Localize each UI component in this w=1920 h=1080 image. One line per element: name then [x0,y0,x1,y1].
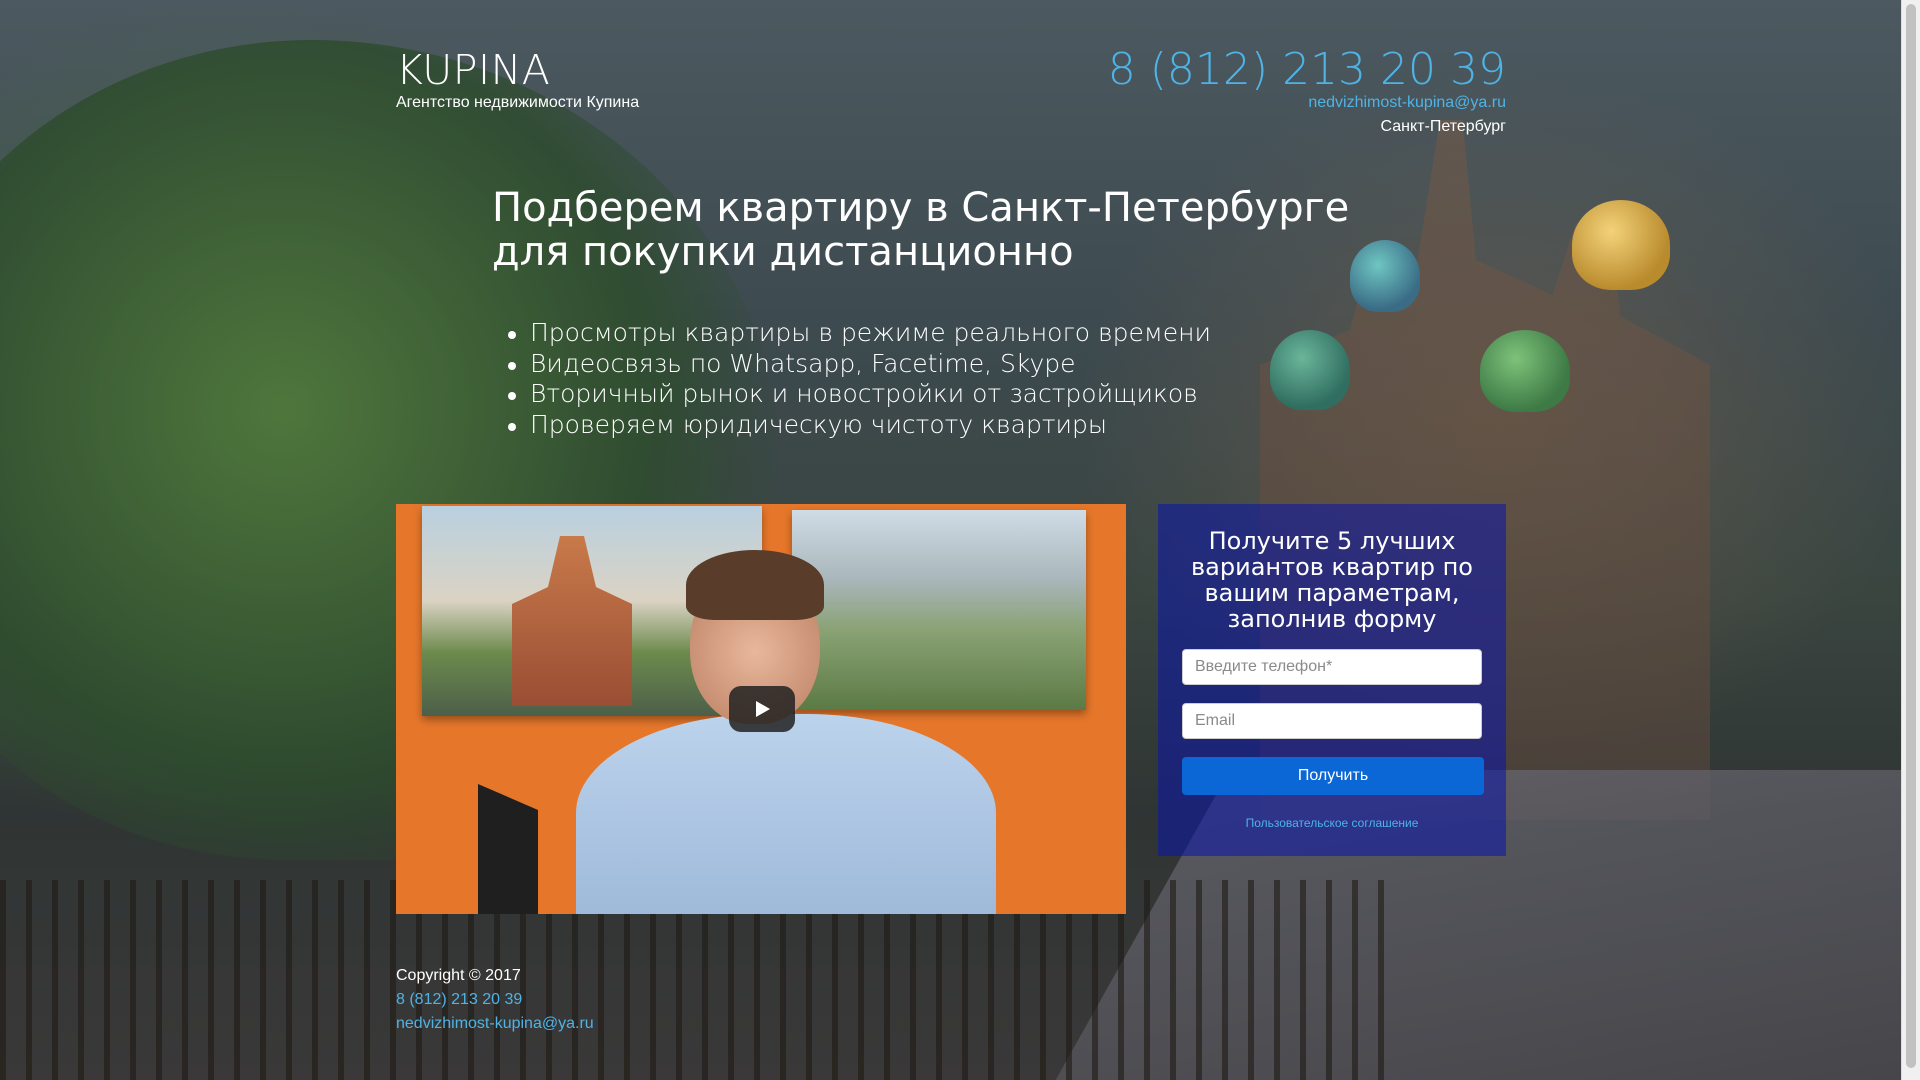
footer-email-link[interactable]: nedvizhimost-kupina@ya.ru [396,1012,594,1036]
video-cathedral-shape [512,536,632,706]
footer: Copyright © 2017 8 (812) 213 20 39 nedvi… [396,964,594,1036]
video-monitor [478,784,538,914]
site-logo[interactable]: KUPINA [396,46,550,94]
footer-phone-link[interactable]: 8 (812) 213 20 39 [396,988,594,1012]
user-agreement-link[interactable]: Пользовательское соглашение [1182,816,1482,830]
header-phone[interactable]: 8 (812) 213 20 39 [1108,44,1506,95]
background-dome [1572,200,1670,290]
feature-item: Вторичный рынок и новостройки от застрой… [506,379,1211,410]
email-input[interactable] [1182,703,1482,739]
page-container: KUPINA Агентство недвижимости Купина 8 (… [396,0,1506,1080]
header-email-link[interactable]: nedvizhimost-kupina@ya.ru [1308,94,1506,112]
feature-list: Просмотры квартиры в режиме реального вр… [506,318,1211,440]
page-scrollbar[interactable] [1901,0,1920,1080]
submit-button[interactable]: Получить [1182,757,1484,795]
site-tagline: Агентство недвижимости Купина [396,94,640,111]
video-person-hair [686,550,824,620]
feature-item: Проверяем юридическую чистоту квартиры [506,410,1211,441]
video-player[interactable] [396,504,1126,914]
footer-copyright: Copyright © 2017 [396,967,521,984]
hero-headline: Подберем квартиру в Санкт-Петербурге для… [492,185,1350,275]
video-person-body [576,714,996,914]
play-icon [756,701,770,717]
header-city: Санкт-Петербург [1380,118,1506,135]
form-title: Получите 5 лучших вариантов квартир по в… [1191,527,1473,633]
phone-input[interactable] [1182,649,1482,685]
video-wall-photo-city [792,510,1086,710]
play-button[interactable] [729,686,795,732]
lead-form: Получите 5 лучших вариантов квартир по в… [1158,504,1506,856]
feature-item: Просмотры квартиры в режиме реального вр… [506,318,1211,349]
scrollbar-thumb[interactable] [1906,4,1916,1068]
feature-item: Видеосвязь по Whatsapp, Facetime, Skype [506,349,1211,380]
